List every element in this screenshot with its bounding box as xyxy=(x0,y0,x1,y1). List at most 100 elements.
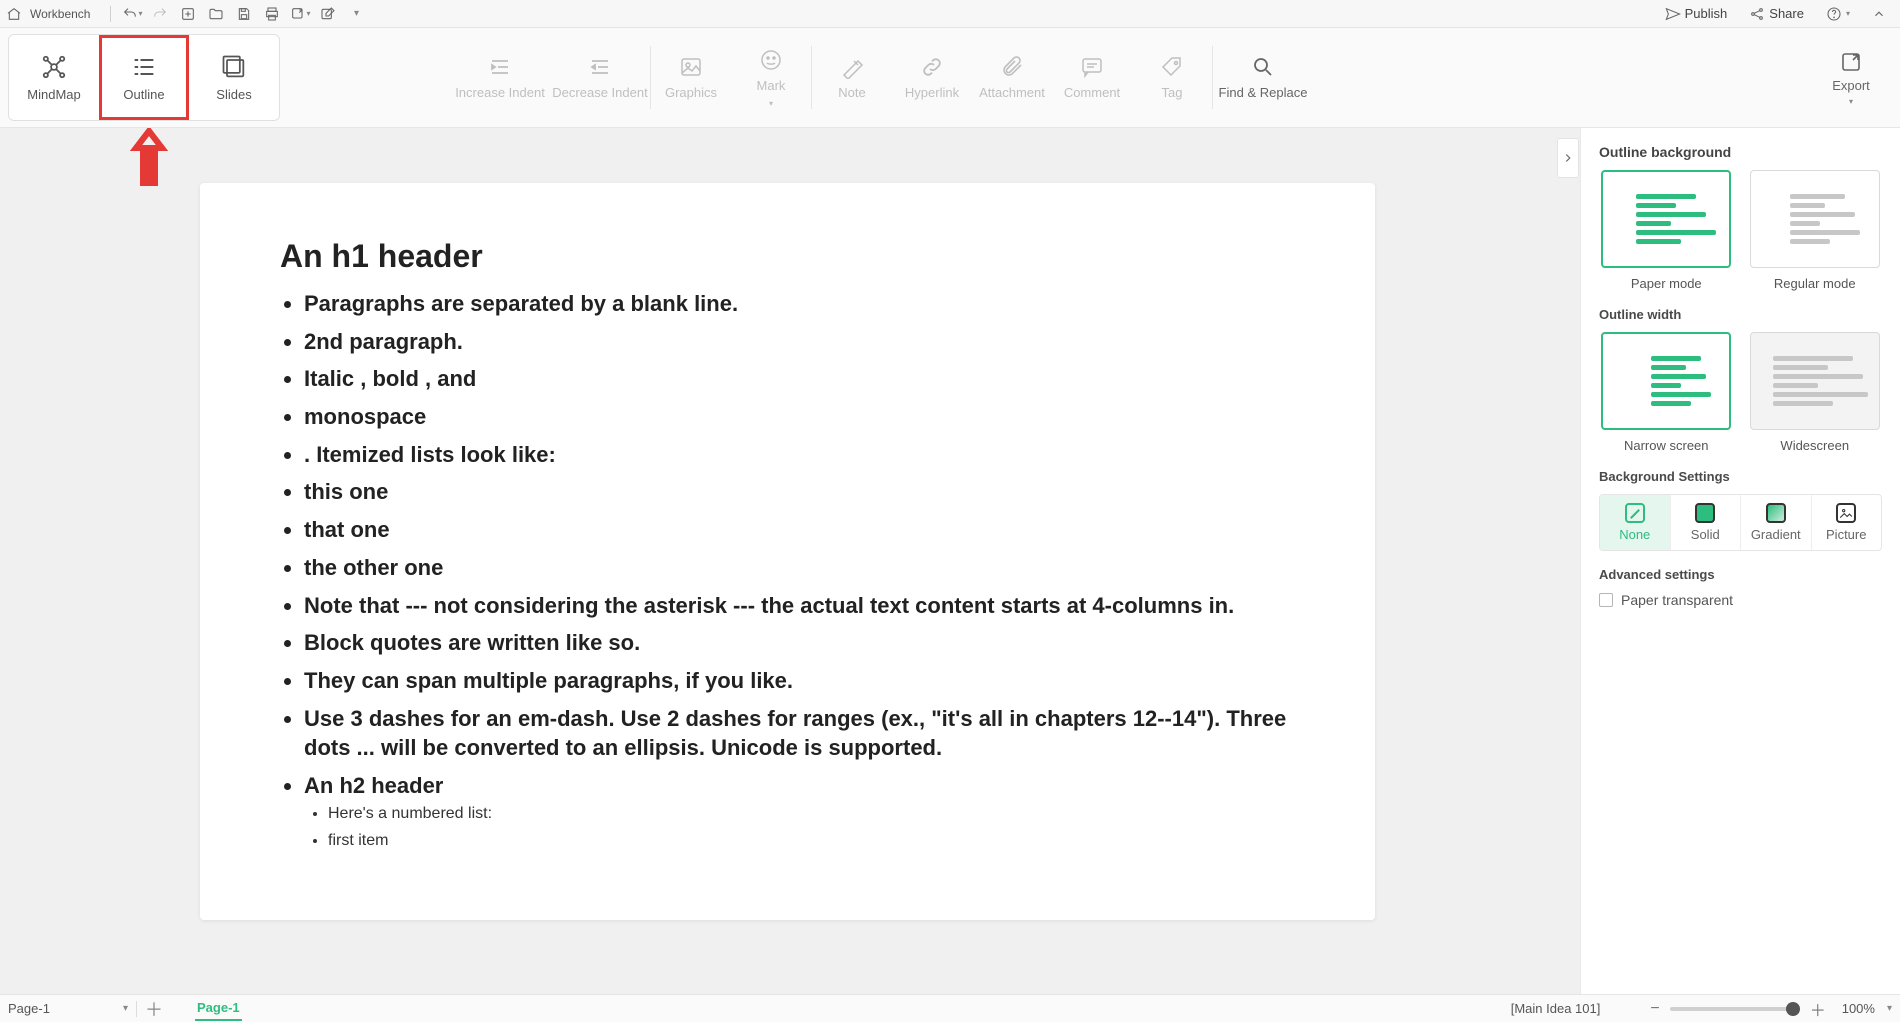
list-item[interactable]: the other one xyxy=(304,553,1295,583)
checkbox-icon[interactable] xyxy=(1599,593,1613,607)
decrease-indent-button[interactable]: Decrease Indent xyxy=(550,28,650,127)
zoom-slider[interactable] xyxy=(1670,1007,1800,1011)
workspace: An h1 header Paragraphs are separated by… xyxy=(0,128,1900,994)
zoom-in-button[interactable]: ＋ xyxy=(1810,997,1826,1021)
bg-gradient[interactable]: Gradient xyxy=(1741,495,1812,550)
list-item[interactable]: monospace xyxy=(304,402,1295,432)
export-quick-icon[interactable]: ▾ xyxy=(289,3,311,25)
list-item[interactable]: Use 3 dashes for an em-dash. Use 2 dashe… xyxy=(304,704,1295,763)
bg-paper-mode[interactable]: Paper mode xyxy=(1599,170,1734,291)
side-panel: Outline background Paper mode Regular mo… xyxy=(1580,128,1900,994)
list-item[interactable]: . Itemized lists look like: xyxy=(304,440,1295,470)
list-item[interactable]: Block quotes are written like so. xyxy=(304,628,1295,658)
chevron-down-icon: ▾ xyxy=(123,1003,128,1014)
list-item[interactable]: Note that --- not considering the asteri… xyxy=(304,591,1295,621)
note-label: Note xyxy=(838,85,865,100)
doc-title[interactable]: An h1 header xyxy=(280,238,1295,275)
save-icon[interactable] xyxy=(233,3,255,25)
bg-settings-row: None Solid Gradient Picture xyxy=(1599,494,1882,551)
comment-button[interactable]: Comment xyxy=(1052,28,1132,127)
panel-collapse-button[interactable] xyxy=(1557,138,1579,178)
page-selector[interactable]: Page-1 ▾ xyxy=(8,1001,128,1016)
bg-picture[interactable]: Picture xyxy=(1812,495,1882,550)
more-icon[interactable]: ▾ xyxy=(345,3,367,25)
bg-none[interactable]: None xyxy=(1600,495,1671,550)
view-mode-group: MindMap Outline Slides xyxy=(8,34,280,121)
view-slides-button[interactable]: Slides xyxy=(189,35,279,120)
outline-paper[interactable]: An h1 header Paragraphs are separated by… xyxy=(200,183,1375,920)
increase-indent-button[interactable]: Increase Indent xyxy=(450,28,550,127)
view-slides-label: Slides xyxy=(216,87,251,102)
view-outline-button[interactable]: Outline xyxy=(99,35,189,120)
collapse-ribbon-icon[interactable] xyxy=(1872,7,1886,21)
paper-transparent-label: Paper transparent xyxy=(1621,592,1733,608)
bg-regular-mode-label: Regular mode xyxy=(1774,276,1856,291)
decrease-indent-label: Decrease Indent xyxy=(552,85,647,100)
list-item[interactable]: this one xyxy=(304,477,1295,507)
panel-collapse xyxy=(1556,128,1580,994)
help-button[interactable]: ▾ xyxy=(1826,6,1850,22)
export-button[interactable]: Export ▾ xyxy=(1816,28,1886,127)
toolbar: MindMap Outline Slides Increase Indent D… xyxy=(0,28,1900,128)
tag-button[interactable]: Tag xyxy=(1132,28,1212,127)
graphics-button[interactable]: Graphics xyxy=(651,28,731,127)
undo-icon[interactable]: ▾ xyxy=(121,3,143,25)
width-narrow-label: Narrow screen xyxy=(1624,438,1709,453)
attachment-label: Attachment xyxy=(979,85,1045,100)
share-label: Share xyxy=(1769,6,1804,21)
width-narrow[interactable]: Narrow screen xyxy=(1599,332,1734,453)
mark-button[interactable]: Mark ▾ xyxy=(731,28,811,127)
view-outline-label: Outline xyxy=(123,87,164,102)
list-item[interactable]: Paragraphs are separated by a blank line… xyxy=(304,289,1295,319)
panel-heading-adv: Advanced settings xyxy=(1599,567,1882,582)
list-item[interactable]: They can span multiple paragraphs, if yo… xyxy=(304,666,1295,696)
view-mindmap-label: MindMap xyxy=(27,87,80,102)
print-icon[interactable] xyxy=(261,3,283,25)
bg-regular-mode[interactable]: Regular mode xyxy=(1748,170,1883,291)
list-item[interactable]: Here's a numbered list: xyxy=(328,803,1295,825)
chevron-down-icon[interactable]: ▾ xyxy=(1887,1003,1892,1014)
status-bar: Page-1 ▾ ＋ Page-1 [Main Idea 101] − ＋ 10… xyxy=(0,994,1900,1022)
panel-heading-bgset: Background Settings xyxy=(1599,469,1882,484)
find-replace-label: Find & Replace xyxy=(1219,85,1308,100)
hyperlink-button[interactable]: Hyperlink xyxy=(892,28,972,127)
list-item[interactable]: Italic , bold , and xyxy=(304,364,1295,394)
note-button[interactable]: Note xyxy=(812,28,892,127)
outline-list: Paragraphs are separated by a blank line… xyxy=(280,289,1295,852)
find-replace-button[interactable]: Find & Replace xyxy=(1213,28,1313,127)
mark-label: Mark xyxy=(757,78,786,93)
graphics-label: Graphics xyxy=(665,85,717,100)
share-button[interactable]: Share xyxy=(1749,6,1804,22)
list-item[interactable]: first item xyxy=(328,830,1295,852)
width-wide-label: Widescreen xyxy=(1780,438,1849,453)
title-bar: Workbench ▾ ▾ ▾ Publish Share ▾ xyxy=(0,0,1900,28)
list-item[interactable]: 2nd paragraph. xyxy=(304,327,1295,357)
zoom-value[interactable]: 100% xyxy=(1842,1001,1875,1016)
attachment-button[interactable]: Attachment xyxy=(972,28,1052,127)
new-icon[interactable] xyxy=(177,3,199,25)
open-icon[interactable] xyxy=(205,3,227,25)
publish-button[interactable]: Publish xyxy=(1665,6,1728,22)
tag-label: Tag xyxy=(1162,85,1183,100)
redo-icon[interactable] xyxy=(149,3,171,25)
list-item[interactable]: An h2 header Here's a numbered list: fir… xyxy=(304,771,1295,852)
list-item[interactable]: that one xyxy=(304,515,1295,545)
comment-label: Comment xyxy=(1064,85,1120,100)
panel-heading-width: Outline width xyxy=(1599,307,1882,322)
zoom-out-button[interactable]: − xyxy=(1650,1000,1659,1018)
panel-heading-bg: Outline background xyxy=(1599,144,1882,160)
home-icon[interactable] xyxy=(6,6,22,22)
edit-icon[interactable] xyxy=(317,3,339,25)
paper-transparent-row[interactable]: Paper transparent xyxy=(1599,592,1882,608)
view-mindmap-button[interactable]: MindMap xyxy=(9,35,99,120)
bg-paper-mode-label: Paper mode xyxy=(1631,276,1702,291)
page-tab[interactable]: Page-1 xyxy=(195,996,242,1021)
canvas-area[interactable]: An h1 header Paragraphs are separated by… xyxy=(0,128,1556,994)
width-wide[interactable]: Widescreen xyxy=(1748,332,1883,453)
export-label: Export xyxy=(1832,78,1870,93)
publish-label: Publish xyxy=(1685,6,1728,21)
bg-solid[interactable]: Solid xyxy=(1671,495,1742,550)
increase-indent-label: Increase Indent xyxy=(455,85,545,100)
workbench-label[interactable]: Workbench xyxy=(30,7,90,21)
add-page-button[interactable]: ＋ xyxy=(145,996,163,1022)
